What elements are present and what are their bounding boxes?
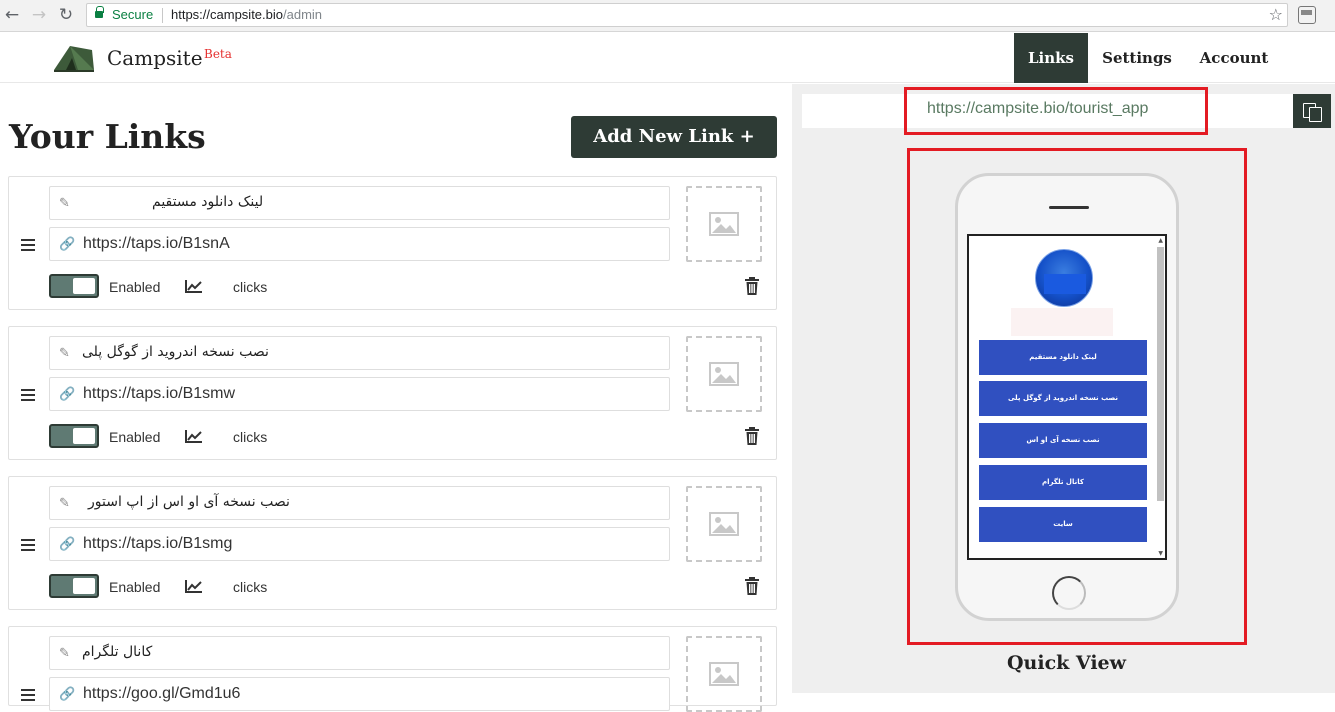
pencil-icon: ✎	[59, 646, 70, 661]
app-header: Campsite Beta Links Settings Account	[0, 33, 1335, 83]
image-icon	[709, 662, 739, 686]
link-title-field[interactable]: ✎ نصب نسخه آی او اس از اپ استور	[49, 486, 670, 520]
enabled-label: Enabled	[109, 429, 161, 445]
link-title-text: کانال تلگرام	[82, 644, 153, 660]
link-card: ✎ لینک دانلود مستقیم 🔗 https://taps.io/B…	[8, 176, 777, 310]
url-path: /admin	[283, 7, 323, 22]
preview-link-button[interactable]: سایت	[979, 507, 1147, 542]
nav-tab-account[interactable]: Account	[1190, 33, 1278, 83]
phone-preview: لینک دانلود مستقیم نصب نسخه اندروید از گ…	[955, 173, 1179, 621]
clicks-label: clicks	[233, 279, 268, 295]
profile-avatar	[1035, 249, 1093, 307]
link-title-field[interactable]: ✎ لینک دانلود مستقیم	[49, 186, 670, 220]
bookmark-star-icon[interactable]: ☆	[1269, 5, 1283, 24]
link-url-text: https://taps.io/B1smg	[83, 535, 233, 552]
arrow-left-icon[interactable]: ←	[2, 5, 22, 25]
nav-tab-settings[interactable]: Settings	[1093, 33, 1181, 83]
page-title: Your Links	[9, 117, 206, 156]
drag-handle-icon[interactable]	[21, 539, 35, 551]
links-editor: Your Links Add New Link + ✎ لینک دانلود …	[0, 84, 792, 712]
image-placeholder[interactable]	[686, 186, 762, 262]
link-title-text: نصب نسخه اندروید از گوگل پلی	[82, 344, 269, 360]
scroll-down-icon[interactable]: ▼	[1158, 550, 1163, 557]
quick-view-label: Quick View	[1007, 652, 1127, 674]
link-card: ✎ نصب نسخه آی او اس از اپ استور 🔗 https:…	[8, 476, 777, 610]
arrow-right-icon[interactable]: →	[29, 5, 49, 25]
link-title-text: لینک دانلود مستقیم	[152, 194, 264, 210]
clicks-label: clicks	[233, 579, 268, 595]
link-icon: 🔗	[59, 687, 76, 702]
address-bar[interactable]: Secure https://campsite.bio/admin ☆	[86, 3, 1288, 27]
profile-name	[1011, 308, 1113, 336]
link-icon: 🔗	[59, 387, 76, 402]
pencil-icon: ✎	[59, 496, 70, 511]
preview-link-button[interactable]: لینک دانلود مستقیم	[979, 340, 1147, 375]
phone-home-button	[1052, 576, 1086, 610]
preview-link-button[interactable]: نصب نسخه آی او اس	[979, 423, 1147, 458]
link-icon: 🔗	[59, 537, 76, 552]
chart-line-icon	[185, 280, 202, 293]
image-icon	[709, 362, 739, 386]
trash-icon[interactable]	[744, 277, 760, 295]
image-placeholder[interactable]	[686, 486, 762, 562]
add-new-link-button[interactable]: Add New Link +	[571, 116, 777, 158]
brand-name[interactable]: Campsite	[107, 46, 203, 70]
link-title-field[interactable]: ✎ نصب نسخه اندروید از گوگل پلی	[49, 336, 670, 370]
address-url[interactable]: https://campsite.bio/admin	[171, 7, 322, 22]
beta-badge: Beta	[204, 47, 232, 61]
chart-line-icon	[185, 430, 202, 443]
drag-handle-icon[interactable]	[21, 389, 35, 401]
chart-line-icon	[185, 580, 202, 593]
link-icon: 🔗	[59, 237, 76, 252]
preview-link-button[interactable]: کانال تلگرام	[979, 465, 1147, 500]
phone-speaker	[1049, 206, 1089, 209]
enabled-label: Enabled	[109, 579, 161, 595]
link-url-text: https://taps.io/B1smw	[83, 385, 236, 402]
extension-icon[interactable]	[1298, 6, 1316, 24]
pencil-icon: ✎	[59, 346, 70, 361]
preview-link-button[interactable]: نصب نسخه اندروید از گوگل پلی	[979, 381, 1147, 416]
phone-screen: لینک دانلود مستقیم نصب نسخه اندروید از گ…	[967, 234, 1167, 560]
preview-panel: https://campsite.bio/tourist_app لینک دا…	[792, 84, 1335, 693]
enabled-toggle[interactable]	[49, 574, 99, 598]
nav-tab-links[interactable]: Links	[1014, 33, 1088, 83]
secure-label: Secure	[112, 7, 154, 22]
link-card: ✎ کانال تلگرام 🔗 https://goo.gl/Gmd1u6	[8, 626, 777, 712]
trash-icon[interactable]	[744, 577, 760, 595]
clicks-label: clicks	[233, 429, 268, 445]
url-divider	[162, 8, 163, 23]
link-url-field[interactable]: 🔗 https://taps.io/B1smw	[49, 377, 670, 411]
link-url-text: https://taps.io/B1snA	[83, 235, 230, 252]
copy-icon[interactable]	[1293, 94, 1331, 128]
url-host: https://campsite.bio	[171, 7, 283, 22]
link-title-text: نصب نسخه آی او اس از اپ استور	[88, 494, 290, 510]
drag-handle-icon[interactable]	[21, 239, 35, 251]
image-placeholder[interactable]	[686, 636, 762, 712]
browser-toolbar: ← → ↻ Secure https://campsite.bio/admin …	[0, 0, 1335, 32]
image-placeholder[interactable]	[686, 336, 762, 412]
image-icon	[709, 512, 739, 536]
pencil-icon: ✎	[59, 196, 70, 211]
link-url-field[interactable]: 🔗 https://taps.io/B1smg	[49, 527, 670, 561]
link-card: ✎ نصب نسخه اندروید از گوگل پلی 🔗 https:/…	[8, 326, 777, 460]
link-url-text: https://goo.gl/Gmd1u6	[83, 685, 241, 702]
reload-icon[interactable]: ↻	[56, 5, 76, 25]
tent-logo-icon[interactable]	[52, 42, 96, 74]
link-url-field[interactable]: 🔗 https://taps.io/B1snA	[49, 227, 670, 261]
highlight-box-url	[904, 87, 1208, 135]
enabled-label: Enabled	[109, 279, 161, 295]
link-title-field[interactable]: ✎ کانال تلگرام	[49, 636, 670, 670]
lock-icon	[95, 6, 104, 20]
drag-handle-icon[interactable]	[21, 689, 35, 701]
enabled-toggle[interactable]	[49, 424, 99, 448]
scroll-up-icon[interactable]: ▲	[1158, 237, 1163, 244]
enabled-toggle[interactable]	[49, 274, 99, 298]
trash-icon[interactable]	[744, 427, 760, 445]
image-icon	[709, 212, 739, 236]
preview-scrollbar[interactable]	[1157, 247, 1164, 501]
link-url-field[interactable]: 🔗 https://goo.gl/Gmd1u6	[49, 677, 670, 711]
